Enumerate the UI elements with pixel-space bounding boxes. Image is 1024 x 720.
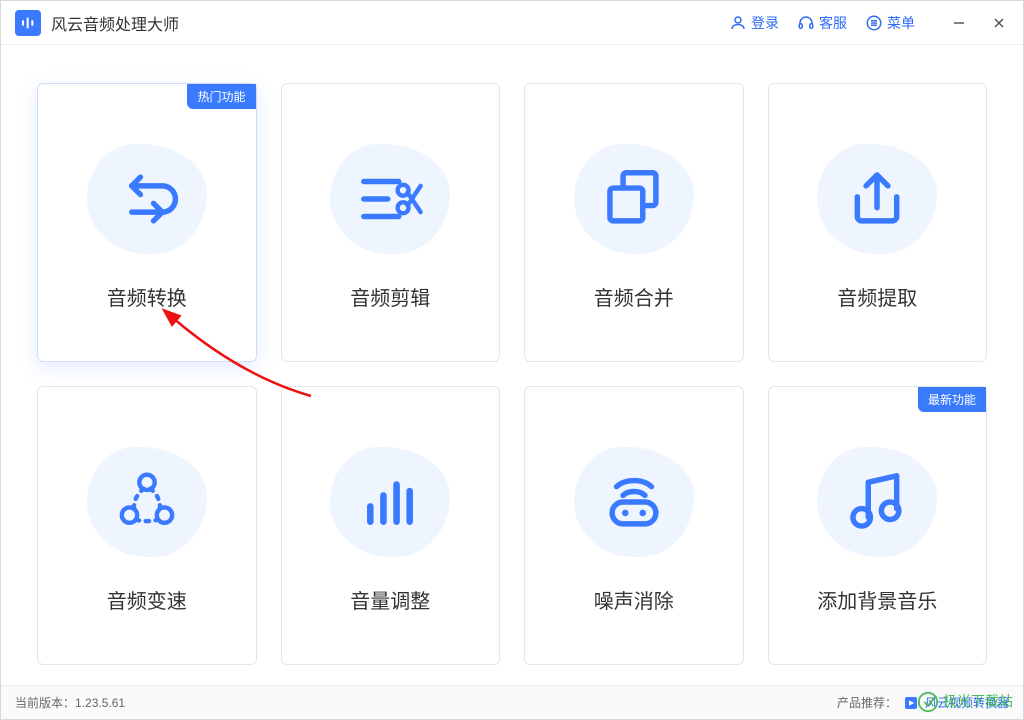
login-button[interactable]: 登录: [729, 13, 779, 33]
app-logo: [15, 10, 41, 36]
card-audio-merge[interactable]: 音频合并: [524, 83, 744, 362]
version-value: 1.23.5.61: [75, 696, 125, 710]
denoise-icon: [599, 467, 669, 537]
close-button[interactable]: [989, 13, 1009, 33]
extract-icon: [842, 164, 912, 234]
logo-bars-icon: [20, 15, 36, 31]
card-title: 音频变速: [107, 585, 187, 614]
card-audio-extract[interactable]: 音频提取: [768, 83, 988, 362]
minimize-button[interactable]: [949, 13, 969, 33]
card-title: 音量调整: [350, 585, 430, 614]
recommend-label: 产品推荐：: [837, 694, 897, 711]
main-content: 热门功能 音频转换: [1, 45, 1023, 685]
card-audio-cut[interactable]: 音频剪辑: [281, 83, 501, 362]
app-window: 风云音频处理大师 登录 客服 菜单: [0, 0, 1024, 720]
volume-icon: [355, 467, 425, 537]
card-volume-adjust[interactable]: 音量调整: [281, 386, 501, 665]
headset-icon: [797, 14, 815, 32]
card-title: 音频剪辑: [350, 282, 430, 311]
recommend-name[interactable]: 风云视频转换器: [925, 694, 1009, 711]
minimize-icon: [953, 17, 965, 29]
card-title: 音频提取: [837, 282, 917, 311]
cut-icon: [355, 164, 425, 234]
music-icon: [842, 467, 912, 537]
menu-icon: [865, 14, 883, 32]
convert-icon: [112, 164, 182, 234]
badge-new: 最新功能: [918, 387, 986, 412]
menu-label: 菜单: [887, 13, 915, 33]
card-title: 噪声消除: [594, 585, 674, 614]
titlebar: 风云音频处理大师 登录 客服 菜单: [1, 1, 1023, 45]
support-label: 客服: [819, 13, 847, 33]
recommend-icon: [903, 695, 919, 711]
user-icon: [729, 14, 747, 32]
login-label: 登录: [751, 13, 779, 33]
merge-icon: [599, 164, 669, 234]
card-audio-speed[interactable]: 音频变速: [37, 386, 257, 665]
app-title: 风云音频处理大师: [51, 11, 179, 35]
badge-hot: 热门功能: [187, 84, 255, 109]
card-title: 音频合并: [594, 282, 674, 311]
support-button[interactable]: 客服: [797, 13, 847, 33]
card-denoise[interactable]: 噪声消除: [524, 386, 744, 665]
titlebar-actions: 登录 客服 菜单: [729, 13, 1009, 33]
card-title: 添加背景音乐: [817, 585, 937, 614]
close-icon: [993, 17, 1005, 29]
speed-icon: [112, 467, 182, 537]
footer: 当前版本： 1.23.5.61 产品推荐： 风云视频转换器: [1, 685, 1023, 719]
card-title: 音频转换: [107, 282, 187, 311]
version-label: 当前版本：: [15, 694, 75, 711]
feature-grid: 热门功能 音频转换: [37, 83, 987, 665]
card-add-bgm[interactable]: 最新功能 添加背景音乐: [768, 386, 988, 665]
card-audio-convert[interactable]: 热门功能 音频转换: [37, 83, 257, 362]
menu-button[interactable]: 菜单: [865, 13, 915, 33]
